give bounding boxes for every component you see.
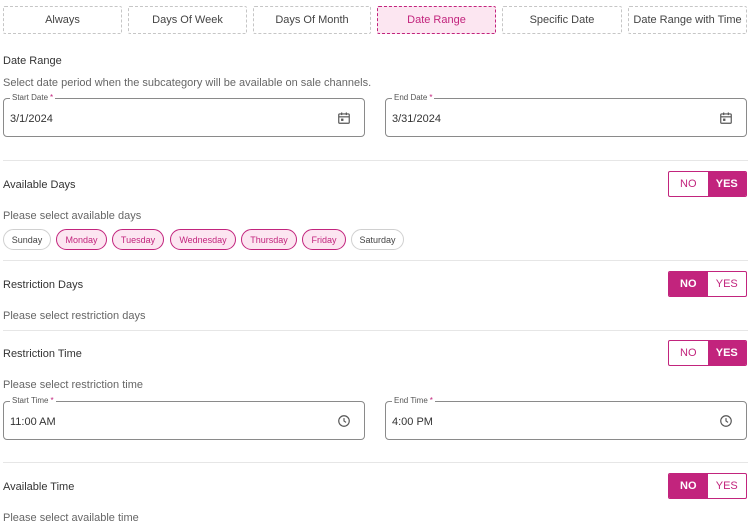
- day-chip-monday[interactable]: Monday: [56, 229, 107, 250]
- end-time-label: End Time *: [392, 396, 435, 406]
- available-time-no[interactable]: NO: [669, 474, 708, 498]
- day-chip-wednesday[interactable]: Wednesday: [170, 229, 236, 250]
- day-chip-sunday[interactable]: Sunday: [3, 229, 51, 250]
- calendar-icon[interactable]: [719, 111, 733, 125]
- day-chip-thursday[interactable]: Thursday: [241, 229, 297, 250]
- calendar-icon[interactable]: [337, 111, 351, 125]
- divider: [3, 330, 748, 331]
- restriction-days-toggle[interactable]: NO YES: [668, 271, 747, 297]
- day-chip-saturday[interactable]: Saturday: [351, 229, 404, 250]
- end-date-field[interactable]: End Date * 3/31/2024: [385, 93, 747, 137]
- end-time-field[interactable]: End Time * 4:00 PM: [385, 396, 747, 440]
- restriction-time-yes[interactable]: YES: [707, 341, 746, 365]
- start-date-label: Start Date *: [10, 93, 56, 103]
- start-time-field[interactable]: Start Time * 11:00 AM: [3, 396, 365, 440]
- available-days-toggle[interactable]: NO YES: [668, 171, 747, 197]
- available-days-title: Available Days: [3, 179, 76, 191]
- restriction-days-title: Restriction Days: [3, 279, 84, 291]
- restriction-days-hint: Please select restriction days: [3, 310, 146, 322]
- divider: [3, 160, 748, 161]
- available-days-hint: Please select available days: [3, 210, 142, 222]
- clock-icon[interactable]: [719, 414, 733, 428]
- restriction-time-title: Restriction Time: [3, 348, 82, 360]
- tab-always[interactable]: Always: [3, 6, 122, 34]
- clock-icon[interactable]: [337, 414, 351, 428]
- restriction-time-toggle[interactable]: NO YES: [668, 340, 747, 366]
- tab-specific-date[interactable]: Specific Date: [502, 6, 622, 34]
- tab-date-range-with-time[interactable]: Date Range with Time: [628, 6, 747, 34]
- divider: [3, 462, 748, 463]
- start-date-field[interactable]: Start Date * 3/1/2024: [3, 93, 365, 137]
- available-time-title: Available Time: [3, 481, 75, 493]
- tab-days-of-week[interactable]: Days Of Week: [128, 6, 247, 34]
- restriction-days-yes[interactable]: YES: [708, 272, 747, 296]
- end-time-value: 4:00 PM: [392, 416, 433, 428]
- available-days-yes[interactable]: YES: [707, 172, 746, 196]
- end-date-label: End Date *: [392, 93, 435, 103]
- available-time-toggle[interactable]: NO YES: [668, 473, 747, 499]
- tab-date-range[interactable]: Date Range: [377, 6, 496, 34]
- start-time-label: Start Time *: [10, 396, 56, 406]
- restriction-time-hint: Please select restriction time: [3, 379, 143, 391]
- end-date-value: 3/31/2024: [392, 113, 441, 125]
- available-days-no[interactable]: NO: [669, 172, 708, 196]
- restriction-time-no[interactable]: NO: [669, 341, 708, 365]
- date-range-title: Date Range: [3, 55, 62, 67]
- day-chip-friday[interactable]: Friday: [302, 229, 346, 250]
- start-date-value: 3/1/2024: [10, 113, 53, 125]
- date-range-hint: Select date period when the subcategory …: [3, 77, 372, 89]
- available-time-yes[interactable]: YES: [708, 474, 747, 498]
- restriction-days-no[interactable]: NO: [669, 272, 708, 296]
- available-time-hint: Please select available time: [3, 512, 139, 524]
- start-time-value: 11:00 AM: [10, 416, 56, 428]
- divider: [3, 260, 748, 261]
- tab-days-of-month[interactable]: Days Of Month: [253, 6, 371, 34]
- day-chip-tuesday[interactable]: Tuesday: [112, 229, 164, 250]
